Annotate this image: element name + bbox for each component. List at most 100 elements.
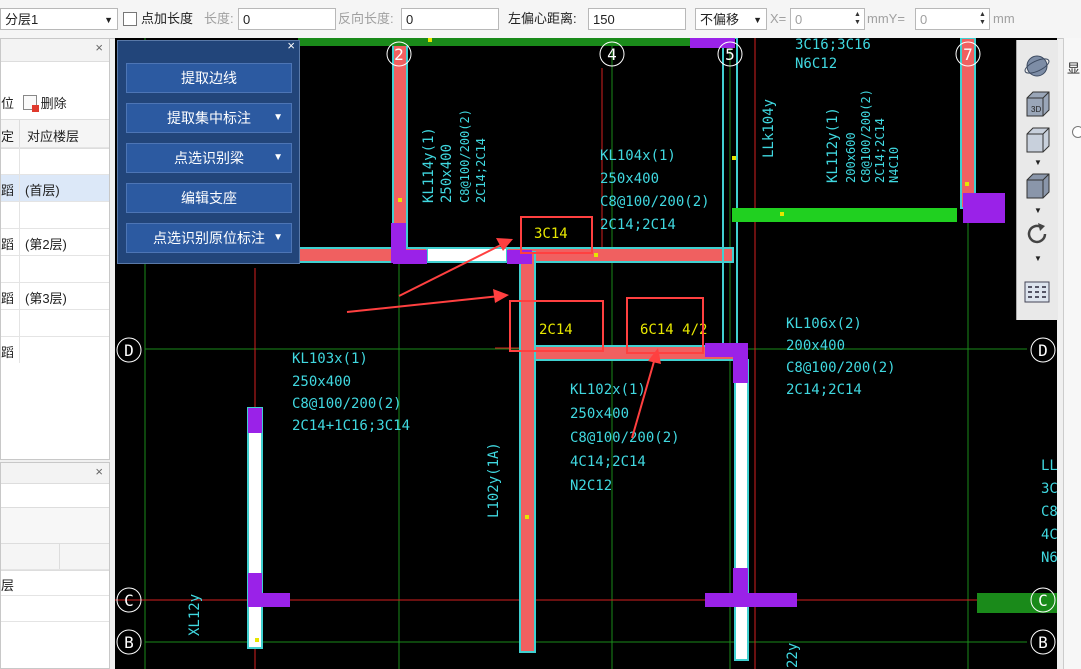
annotation-line: 22y [785,643,801,668]
axis-label-5: 5 [725,45,735,64]
close-icon[interactable]: × [95,464,103,479]
annotation-line: KL114y(1) [421,127,437,203]
annotation-line: C8 [1041,504,1057,520]
table-row[interactable] [1,595,109,622]
menu-button-4[interactable]: 点选识别原位标注 ▼ [126,223,292,253]
annotation-line: 2C14+1C16;3C14 [292,418,410,434]
row-floor-label: 层 [1,578,15,593]
annotation-line: 250x400 [292,374,351,390]
annotation-line: C8@100/200(2) [600,194,710,210]
point-length-checkbox[interactable] [123,12,137,26]
axis-label-c: C [1038,591,1048,610]
annotation-line: C8@100/200(2) [458,109,472,203]
dropdown-arrow-icon[interactable]: ▼ [273,224,283,252]
reverse-length-input[interactable]: 0 [401,8,499,30]
svg-text:3D: 3D [1031,105,1041,114]
offset-select-value: 不偏移 [700,12,740,27]
offset-select[interactable]: 不偏移 ▼ [695,8,767,30]
annotation-line: N4C10 [887,147,901,183]
table-row[interactable] [1,621,109,648]
row-floor-cell: (第2层) [25,237,67,252]
axis-label-d: D [1038,341,1048,360]
menu-button-1[interactable]: 提取集中标注 ▼ [126,103,292,133]
view-toolbar: 3D ▼ ▼ ▼ [1016,40,1058,320]
dropdown-arrow-icon[interactable]: ▼ [273,104,283,132]
axis-label-4: 4 [607,45,617,64]
right-side-panel: 显 [1063,38,1081,669]
rebar-label-2c14: 2C14 [539,322,573,338]
menu-button-3[interactable]: 编辑支座 [126,183,292,213]
dropdown-arrow-icon[interactable]: ▼ [273,144,283,172]
y-input-value: 0 [920,12,928,27]
box-view-icon[interactable] [1023,126,1051,154]
table-row[interactable]: 蹈 (第3层) [1,282,109,309]
menu-button-2[interactable]: 点选识别梁 ▼ [126,143,292,173]
x-input[interactable]: 0 ▲ ▼ [790,8,865,30]
3d-view-icon[interactable]: 3D [1023,90,1051,118]
table-row[interactable]: 蹈 [1,336,109,363]
secondary-panel: × 层 [0,462,110,669]
close-icon[interactable]: × [287,38,295,53]
table-row[interactable] [1,201,109,228]
annotation-line: N6C12 [795,56,837,72]
locate-button[interactable]: 位 [1,93,14,112]
chevron-down-icon: ▼ [104,15,113,25]
table-row[interactable]: 层 [1,569,109,596]
reverse-length-label: 反向长度: [338,11,394,26]
table-row[interactable] [1,147,109,174]
x-label: X= [770,11,787,26]
layer-select[interactable]: 分层1 ▼ [0,8,118,30]
annotation-line: LL [1041,458,1057,474]
chevron-down-icon[interactable]: ▼ [1034,206,1042,215]
chevron-down-icon[interactable]: ▼ [1034,254,1042,263]
spinner-icon[interactable]: ▲ ▼ [854,11,862,27]
property-toolbar: 分层1 ▼ 点加长度 长度: 0 反向长度: 0 左偏心距离: 150 不偏移 … [0,0,1081,39]
annotation-line: C8@100/200(2) [570,430,680,446]
annotation-line: 250x400 [439,144,455,203]
annotation-line: 200x600 [844,132,858,183]
row-floor-cell: (首层) [25,183,60,198]
point-length-label: 点加长度 [141,11,194,26]
rotate-icon[interactable] [1023,220,1051,248]
axis-label-7: 7 [963,45,973,64]
chevron-down-icon: ▼ [753,15,762,25]
menu-button-label: 点选识别原位标注 [153,230,265,246]
floor-table-icon[interactable] [1023,278,1051,306]
delete-label: 删除 [40,96,67,111]
row-lock-cell: 蹈 [1,291,15,306]
annotation-line: 250x400 [600,171,659,187]
table-header: 定 对应楼层 [1,119,109,149]
annotation-line: LLk104y [761,99,777,158]
layer-select-value: 分层1 [5,12,39,27]
annotation-line: N2C12 [570,478,612,494]
orbit-icon[interactable] [1023,52,1051,80]
axis-label-b: B [1038,633,1048,652]
row-floor-cell: (第3层) [25,291,67,306]
annotation-line: XL12y [187,594,203,636]
table-row[interactable] [1,309,109,336]
close-icon[interactable]: × [95,40,103,55]
radio-icon[interactable] [1072,126,1081,138]
annotation-line: C8@100/200(2) [786,360,896,376]
annotation-line: 200x400 [786,338,845,354]
annotation-line: C8@100/200(2) [292,396,402,412]
floor-mapping-panel: × 位 删除 定 对应楼层 蹈 (首层) 蹈 (第2层) 蹈 (第3层) 蹈 [0,38,110,460]
solid-view-icon[interactable] [1023,172,1051,200]
row-lock-cell: 蹈 [1,345,15,360]
y-input[interactable]: 0 ▲ ▼ [915,8,990,30]
table-row[interactable]: 蹈 (第2层) [1,228,109,255]
annotation-line: 3C16;3C16 [795,38,871,53]
row-lock-cell: 蹈 [1,237,15,252]
chevron-down-icon[interactable]: ▼ [1034,158,1042,167]
length-label: 长度: [204,11,234,26]
menu-button-0[interactable]: 提取边线 [126,63,292,93]
length-input[interactable]: 0 [238,8,336,30]
table-row[interactable]: 蹈 (首层) [1,174,109,201]
spinner-icon[interactable]: ▲ ▼ [979,11,987,27]
left-offset-input[interactable]: 150 [588,8,686,30]
panel-header: × [1,463,109,484]
table-row[interactable] [1,255,109,282]
annotation-line: C8@100/200(2) [859,89,873,183]
delete-icon [23,95,39,112]
delete-button[interactable]: 删除 [23,93,67,112]
